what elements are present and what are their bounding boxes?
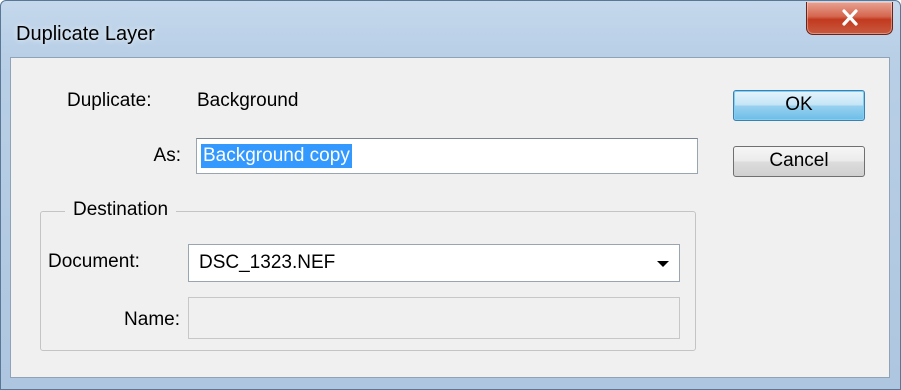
as-name-selected-text: Background copy xyxy=(201,144,352,168)
chevron-down-icon[interactable] xyxy=(657,261,669,267)
duplicate-value: Background xyxy=(197,90,299,111)
close-button[interactable] xyxy=(806,2,893,35)
duplicate-layer-dialog: Duplicate Layer Duplicate: Background As… xyxy=(0,0,901,390)
dialog-title: Duplicate Layer xyxy=(16,23,155,45)
document-select-value: DSC_1323.NEF xyxy=(199,252,336,273)
cancel-button[interactable]: Cancel xyxy=(733,146,865,177)
close-icon xyxy=(842,9,858,26)
name-label: Name: xyxy=(124,309,180,330)
name-input xyxy=(188,297,680,339)
destination-legend: Destination xyxy=(65,199,177,221)
as-name-input[interactable]: Background copy xyxy=(196,138,698,174)
document-label: Document: xyxy=(48,251,140,272)
dialog-content: Duplicate: Background As: Background cop… xyxy=(10,57,890,378)
ok-button[interactable]: OK xyxy=(733,90,865,121)
as-label: As: xyxy=(153,145,181,166)
title-bar[interactable]: Duplicate Layer xyxy=(1,1,900,57)
duplicate-label: Duplicate: xyxy=(67,90,152,111)
document-select[interactable]: DSC_1323.NEF xyxy=(188,244,680,282)
